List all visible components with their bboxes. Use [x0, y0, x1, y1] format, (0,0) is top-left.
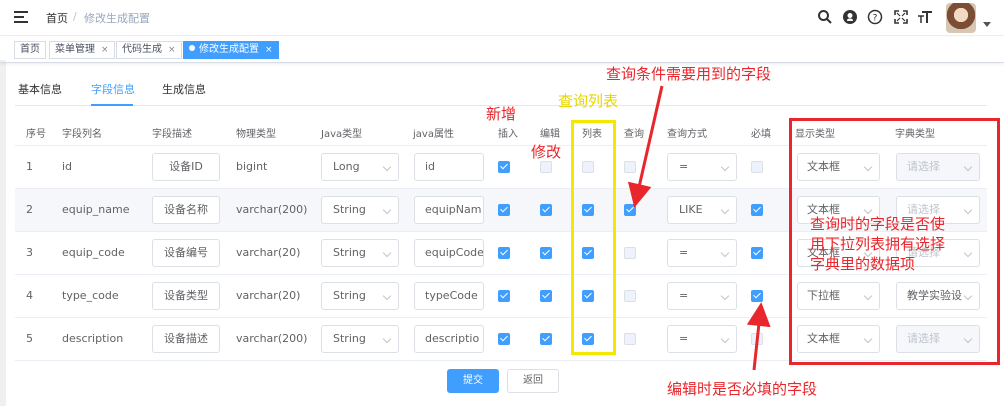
annotation-arrows — [627, 85, 771, 371]
arrow-to-required-checkbox — [746, 302, 771, 371]
arrow-to-query-checkbox — [627, 85, 664, 208]
